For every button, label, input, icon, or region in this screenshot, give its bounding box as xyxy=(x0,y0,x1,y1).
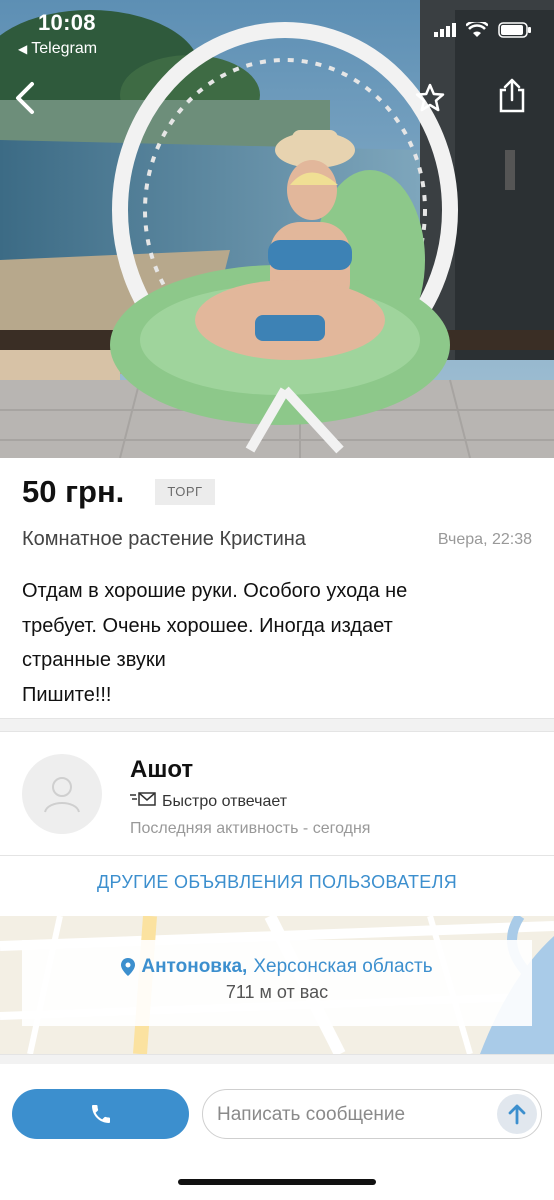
star-outline-icon xyxy=(415,83,445,112)
location-city: Антоновка, xyxy=(141,956,248,977)
location-card[interactable]: Антоновка, Херсонская область 711 м от в… xyxy=(22,940,532,1026)
chevron-left-icon xyxy=(16,82,34,114)
location-pin-icon xyxy=(121,958,136,976)
section-separator xyxy=(0,1054,554,1064)
listing-title: Комнатное растение Кристина xyxy=(22,528,306,550)
home-indicator xyxy=(178,1179,376,1185)
description-line: требует. Очень хорошее. Иногда издает xyxy=(22,614,393,637)
call-button[interactable] xyxy=(12,1089,189,1139)
back-to-app-link[interactable]: ◀ Telegram xyxy=(18,40,97,58)
seller-last-activity: Последняя активность - сегодня xyxy=(130,820,371,837)
status-bar: 10:08 ◀ Telegram xyxy=(0,0,554,70)
message-field[interactable] xyxy=(202,1089,542,1139)
share-icon xyxy=(499,78,525,113)
description-line: Пишите!!! xyxy=(22,683,112,706)
location-distance: 711 м от вас xyxy=(225,982,329,1002)
section-separator xyxy=(0,718,554,732)
phone-icon xyxy=(91,1105,110,1123)
seller-name[interactable]: Ашот xyxy=(130,756,193,784)
arrow-up-icon xyxy=(508,1104,526,1125)
battery-icon xyxy=(498,22,532,43)
share-button[interactable] xyxy=(496,78,528,114)
listing-description: Отдам в хорошие руки. Особого ухода не т… xyxy=(22,574,542,712)
listing-price: 50 грн. xyxy=(22,474,125,509)
location-region: Херсонская область xyxy=(253,956,433,977)
bottom-action-bar xyxy=(0,1064,554,1200)
back-app-label: Telegram xyxy=(31,40,98,57)
status-icons xyxy=(434,19,532,43)
seller-avatar[interactable] xyxy=(22,754,102,834)
fast-mail-icon xyxy=(130,792,156,811)
other-ads-link[interactable]: ДРУГИЕ ОБЪЯВЛЕНИЯ ПОЛЬЗОВАТЕЛЯ xyxy=(0,872,554,893)
send-button[interactable] xyxy=(497,1094,537,1134)
message-input[interactable] xyxy=(217,1102,487,1128)
status-time: 10:08 xyxy=(38,10,96,35)
location-map[interactable]: Антоновка, Херсонская область 711 м от в… xyxy=(0,916,554,1054)
description-line: странные звуки xyxy=(22,649,166,671)
back-triangle-icon: ◀ xyxy=(18,42,28,56)
signal-icon xyxy=(434,23,456,42)
fast-response-badge: Быстро отвечает xyxy=(130,792,287,811)
user-placeholder-icon xyxy=(44,777,80,813)
listing-date: Вчера, 22:38 xyxy=(437,531,532,548)
description-line: Отдам в хорошие руки. Особого ухода не xyxy=(22,580,408,602)
divider xyxy=(0,855,554,856)
negotiable-badge: ТОРГ xyxy=(155,479,215,505)
fast-response-label: Быстро отвечает xyxy=(162,792,288,810)
wifi-icon xyxy=(465,19,489,43)
back-button[interactable] xyxy=(10,80,42,116)
favorite-button[interactable] xyxy=(414,82,446,114)
